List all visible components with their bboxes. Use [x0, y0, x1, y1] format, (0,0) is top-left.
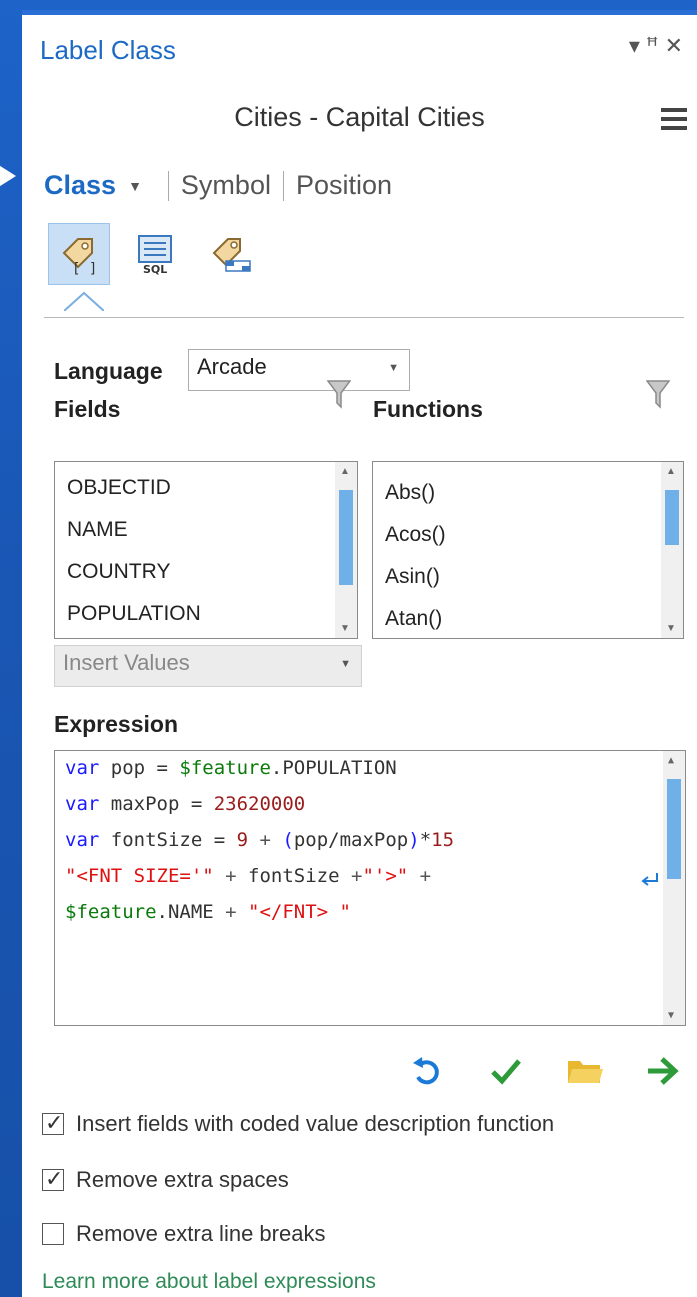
insert-values-value: Insert Values — [63, 650, 190, 675]
scroll-up-icon[interactable]: ▲ — [668, 755, 674, 766]
filter-icon[interactable] — [327, 379, 351, 409]
tab-divider — [282, 170, 284, 201]
scroll-up-icon[interactable]: ▲ — [666, 466, 676, 477]
callout-arrow — [0, 162, 16, 190]
language-value: Arcade — [197, 354, 267, 379]
code-line: $feature.NAME + "</FNT> " — [65, 901, 351, 923]
tag-brackets-icon: [ ] — [62, 238, 97, 275]
sql-icon: SQL — [138, 235, 172, 275]
divider — [44, 317, 684, 318]
language-label: Language — [54, 358, 163, 384]
option-coded-value[interactable]: Insert fields with coded value descripti… — [42, 1110, 555, 1137]
functions-list[interactable]: Abs() Acos() Asin() Atan() ▲ ▼ — [372, 461, 684, 639]
scrollbar[interactable]: ▲ ▼ — [661, 462, 683, 638]
option-label: Remove extra spaces — [76, 1167, 289, 1192]
label-expression-button[interactable]: [ ] — [48, 223, 110, 285]
selection-pointer — [64, 291, 104, 311]
filter-icon[interactable] — [646, 379, 670, 409]
tab-position[interactable]: Position — [296, 170, 392, 201]
functions-label: Functions — [373, 396, 483, 422]
scroll-thumb[interactable] — [667, 779, 681, 879]
scrollbar[interactable]: ▲ ▼ — [335, 462, 357, 638]
expression-label: Expression — [54, 711, 178, 737]
chevron-down-icon: ▼ — [340, 658, 351, 670]
arrow-right-icon[interactable] — [644, 1053, 680, 1089]
tab-class[interactable]: Class — [44, 170, 116, 201]
mode-toolbar: [ ] SQL — [48, 223, 262, 285]
checkbox[interactable] — [42, 1166, 64, 1192]
tag-scale-icon — [212, 238, 251, 272]
scroll-down-icon[interactable]: ▼ — [668, 1010, 674, 1021]
pane-menu-icon[interactable]: ▾ — [629, 33, 646, 58]
close-icon[interactable]: ✕ — [665, 33, 689, 58]
checkbox[interactable] — [42, 1110, 64, 1136]
list-item[interactable]: Asin() — [373, 556, 683, 598]
chevron-down-icon: ▼ — [388, 362, 399, 374]
option-remove-line-breaks[interactable]: Remove extra line breaks — [42, 1221, 325, 1247]
scroll-thumb[interactable] — [339, 490, 353, 585]
label-class-pane: Label Class ▾ꟸ✕ Cities - Capital Cities … — [22, 10, 697, 1297]
option-label: Remove extra line breaks — [76, 1221, 326, 1246]
verify-icon[interactable] — [488, 1053, 524, 1089]
list-item[interactable]: Abs() — [373, 472, 683, 514]
insert-values-select: Insert Values ▼ — [54, 645, 362, 687]
list-item[interactable]: OBJECTID — [55, 467, 357, 509]
list-item[interactable]: COUNTRY — [55, 551, 357, 593]
list-item[interactable]: POPULATION — [55, 593, 357, 635]
fields-list[interactable]: OBJECTID NAME COUNTRY POPULATION ▲ ▼ — [54, 461, 358, 639]
learn-more-link[interactable]: Learn more about label expressions — [42, 1270, 376, 1294]
layer-title: Cities - Capital Cities — [234, 102, 485, 132]
scroll-up-icon[interactable]: ▲ — [340, 466, 350, 477]
fields-label: Fields — [54, 396, 121, 422]
tab-strip: Class ▼ Symbol Position — [44, 170, 392, 201]
menu-icon[interactable] — [661, 108, 687, 135]
option-label: Insert fields with coded value descripti… — [76, 1111, 555, 1136]
scroll-down-icon[interactable]: ▼ — [340, 623, 350, 634]
pane-title: Label Class — [40, 35, 176, 65]
tab-divider — [167, 170, 169, 201]
list-item[interactable]: NAME — [55, 509, 357, 551]
code-line: var maxPop = 23620000 — [65, 793, 306, 815]
scroll-thumb[interactable] — [665, 490, 679, 545]
folder-open-icon[interactable] — [566, 1053, 604, 1089]
pin-icon[interactable]: ꟸ — [646, 33, 665, 58]
sql-query-button[interactable]: SQL — [124, 223, 186, 285]
svg-text:SQL: SQL — [143, 263, 167, 275]
language-select[interactable]: Arcade ▼ — [188, 349, 410, 391]
expression-actions — [410, 1053, 680, 1089]
code-line: "<FNT SIZE='" + fontSize +"'>" + — [65, 865, 432, 887]
label-placement-button[interactable] — [200, 223, 262, 285]
scroll-down-icon[interactable]: ▼ — [666, 623, 676, 634]
list-item[interactable]: Acos() — [373, 514, 683, 556]
checkbox[interactable] — [42, 1223, 64, 1245]
svg-text:[ ]: [ ] — [72, 261, 97, 275]
word-wrap-icon — [641, 873, 658, 886]
code-line: var pop = $feature.POPULATION — [65, 757, 397, 779]
chevron-down-icon[interactable]: ▼ — [128, 178, 142, 194]
scrollbar[interactable]: ▲ ▼ — [663, 751, 685, 1025]
list-item[interactable]: Atan() — [373, 598, 683, 638]
pane-controls[interactable]: ▾ꟸ✕ — [629, 33, 689, 59]
code-line: var fontSize = 9 + (pop/maxPop)*15 — [65, 829, 455, 851]
expression-editor[interactable]: var pop = $feature.POPULATION var maxPop… — [54, 750, 686, 1026]
option-remove-spaces[interactable]: Remove extra spaces — [42, 1166, 289, 1193]
tab-symbol[interactable]: Symbol — [181, 170, 271, 201]
undo-icon[interactable] — [410, 1053, 446, 1089]
